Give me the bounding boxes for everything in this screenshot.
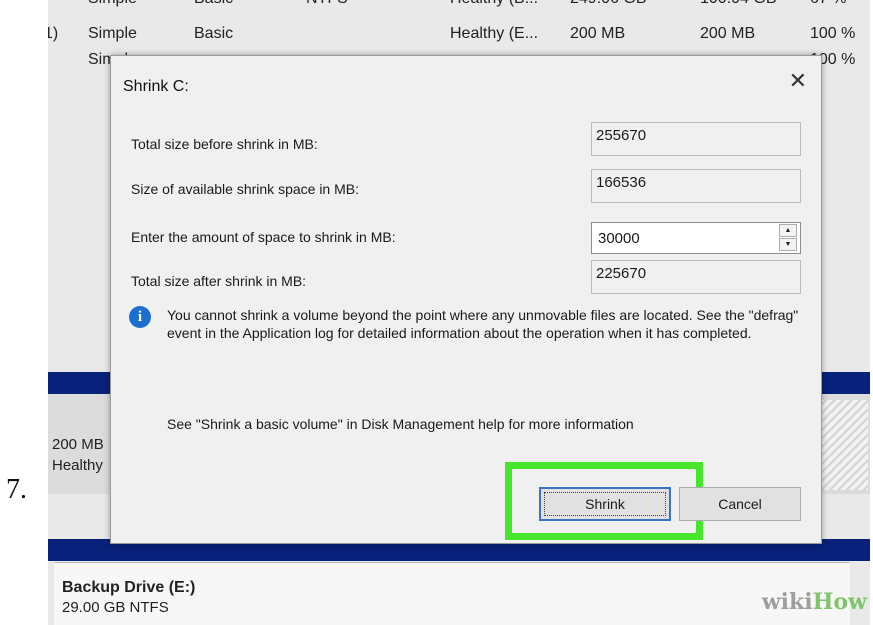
step-number: 7. [6, 474, 27, 505]
volume-status: Healthy (B... [450, 0, 538, 8]
volume-percent: 67 % [810, 0, 846, 8]
info-icon: i [129, 306, 151, 328]
volume-name: 1) [48, 25, 59, 42]
dialog-title: Shrink C: [123, 78, 189, 95]
backup-drive-size: 29.00 GB NTFS [62, 599, 169, 616]
partition-status: Healthy [52, 457, 103, 474]
info-message: You cannot shrink a volume beyond the po… [167, 307, 799, 341]
help-link-text: See "Shrink a basic volume" in Disk Mana… [167, 416, 634, 432]
volume-type: Basic [194, 25, 234, 42]
focus-ring [544, 492, 666, 516]
volume-percent: 100 % [810, 25, 856, 42]
backup-drive-name: Backup Drive (E:) [62, 579, 196, 596]
shrink-dialog: Shrink C: ✕ Total size before shrink in … [110, 55, 822, 544]
volume-layout: Simple [88, 25, 137, 42]
total-size-before-label: Total size before shrink in MB: [131, 136, 318, 152]
shrink-amount-stepper[interactable]: ▲ ▼ [779, 224, 797, 252]
volume-free: 200 MB [700, 25, 756, 42]
spin-up-icon[interactable]: ▲ [779, 224, 797, 237]
shrink-button[interactable]: Shrink [539, 487, 671, 521]
volume-status: Healthy (E... [450, 25, 539, 42]
available-shrink-label: Size of available shrink space in MB: [131, 181, 359, 197]
partition-size: 200 MB [52, 436, 104, 453]
volume-fs: NTFS [306, 0, 348, 8]
total-size-after-label: Total size after shrink in MB: [131, 273, 307, 289]
available-shrink-value: 166536 [591, 169, 801, 203]
close-icon[interactable]: ✕ [789, 68, 807, 94]
shrink-amount-label: Enter the amount of space to shrink in M… [131, 229, 396, 245]
cancel-button[interactable]: Cancel [679, 487, 801, 521]
spin-down-icon[interactable]: ▼ [779, 238, 797, 251]
shrink-amount-input[interactable] [591, 222, 801, 254]
partition-info: 200 MB Healthy [52, 434, 104, 476]
wikihow-logo: wikiHow [761, 589, 867, 615]
volume-free: 100.04 GB [700, 0, 777, 8]
total-size-after-value: 225670 [591, 260, 801, 294]
volume-type: Basic [194, 0, 233, 8]
volume-layout: Simple [88, 0, 137, 8]
volume-capacity: 249.06 GB [570, 0, 647, 8]
backup-drive-partition[interactable]: Backup Drive (E:) 29.00 GB NTFS [54, 562, 850, 625]
volume-capacity: 200 MB [570, 25, 626, 42]
total-size-before-value: 255670 [591, 122, 801, 156]
